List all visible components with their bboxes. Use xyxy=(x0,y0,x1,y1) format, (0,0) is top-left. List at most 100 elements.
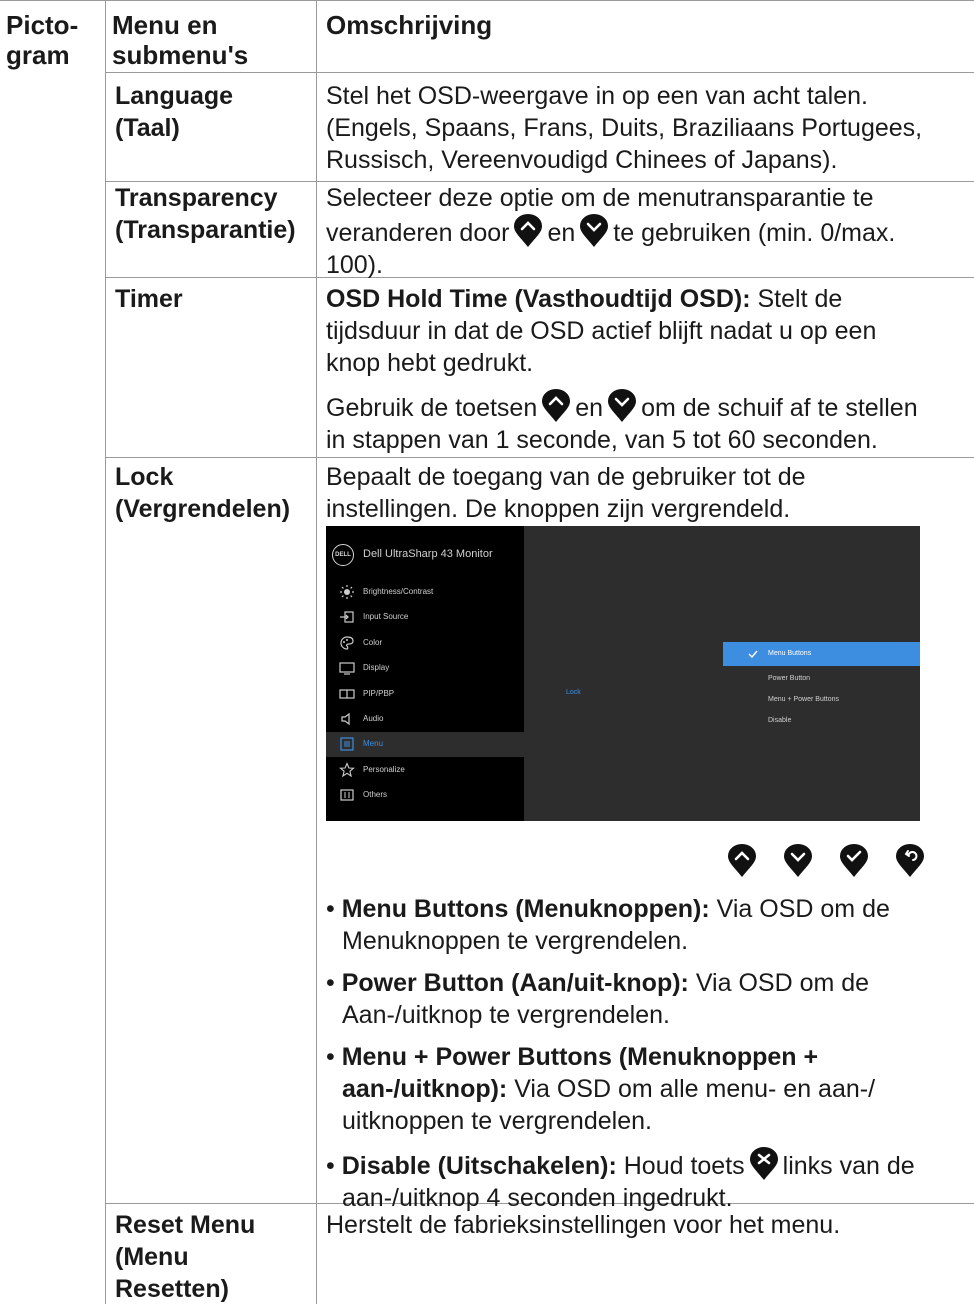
osd-menu-item-personalize[interactable]: Personalize xyxy=(326,758,524,783)
bullet-bold: Menu Buttons (Menuknoppen): xyxy=(341,895,710,923)
language-name-line1: Language xyxy=(115,82,234,110)
row-language-desc: Stel het OSD-weergave in op een van acht… xyxy=(326,80,922,176)
timer-text: en xyxy=(575,394,604,422)
lock-desc-line2: instellingen. De knoppen zijn vergrendel… xyxy=(326,495,791,523)
bullet-bold: Menu + Power Buttons (Menuknoppen + xyxy=(341,1043,819,1071)
osd-menu-item-brightness[interactable]: Brightness/Contrast xyxy=(326,580,524,605)
osd-submenu-lock[interactable]: Lock xyxy=(566,689,581,696)
menu-icon xyxy=(340,737,354,751)
row-language-name: Language (Taal) xyxy=(115,80,233,144)
personalize-icon xyxy=(339,762,355,778)
osd-menu-label: Others xyxy=(363,790,388,799)
up-button-icon xyxy=(513,214,543,248)
timer-text: Gebruik de toetsen xyxy=(326,394,538,422)
transparency-name-line2: (Transparantie) xyxy=(115,216,296,244)
osd-menu-label: PIP/PBP xyxy=(363,689,395,698)
bullet-text: Via OSD om de xyxy=(688,969,870,997)
color-icon xyxy=(340,636,354,650)
row-reset-desc: Herstelt de fabrieksinstellingen voor he… xyxy=(326,1211,841,1239)
row-transparency-desc: Selecteer deze optie om de menutranspara… xyxy=(326,182,895,281)
close-button-icon xyxy=(749,1147,779,1181)
timer-desc-line5: in stappen van 1 seconde, van 5 tot 60 s… xyxy=(326,426,878,454)
display-icon xyxy=(339,662,355,675)
osd-option-menu-buttons[interactable]: Menu Buttons xyxy=(723,642,920,666)
lock-name-line1: Lock xyxy=(115,463,174,491)
reset-name-line1: Reset Menu xyxy=(115,1211,256,1239)
header-pictogram: Picto- gram xyxy=(6,10,78,70)
osd-option-label: Menu + Power Buttons xyxy=(768,696,840,703)
column-divider xyxy=(316,0,317,1304)
timer-desc-line4: Gebruik de toetsen en om de schuif af te s… xyxy=(326,389,918,424)
osd-menu-label: Color xyxy=(363,638,383,647)
osd-menu-item-display[interactable]: Display xyxy=(326,656,524,681)
reset-name-line2: (Menu xyxy=(115,1243,189,1271)
audio-icon xyxy=(341,712,350,726)
bullet-text: links van de xyxy=(782,1152,915,1180)
bullet-bold: Disable (Uitschakelen): xyxy=(341,1152,617,1180)
transparency-text: te gebruiken (min. 0/max. xyxy=(613,219,896,247)
lock-desc-line1: Bepaalt de toegang van de gebruiker tot … xyxy=(326,463,806,491)
language-name-line2: (Taal) xyxy=(115,114,180,142)
osd-menu-panel: DELL Dell UltraSharp 43 Monitor Brightne… xyxy=(326,526,524,821)
up-button-icon xyxy=(728,844,756,877)
transparency-desc-line2: veranderen door en te gebruiken (min. 0/ma… xyxy=(326,214,895,249)
list-item: • Power Button (Aan/uit-knop): Via OSD o… xyxy=(326,967,966,1031)
transparency-name-line1: Transparency xyxy=(115,184,278,212)
row-divider xyxy=(105,457,974,458)
list-item: • Menu Buttons (Menuknoppen): Via OSD om… xyxy=(326,893,966,957)
input-source-icon xyxy=(340,611,354,623)
bullet-text: Menuknoppen te vergrendelen. xyxy=(342,927,689,955)
transparency-text: en xyxy=(547,219,576,247)
checkmark-icon xyxy=(748,650,758,659)
timer-bold-label: OSD Hold Time (Vasthoudtijd OSD): xyxy=(326,285,751,313)
down-button-icon xyxy=(607,389,637,423)
header-menu-line2: submenu's xyxy=(112,40,249,70)
bullet-bold: Power Button (Aan/uit-knop): xyxy=(341,969,689,997)
osd-menu-label: Input Source xyxy=(363,612,409,621)
lock-name-line2: (Vergrendelen) xyxy=(115,495,291,523)
button-row xyxy=(727,844,927,878)
reset-name-line3: Resetten) xyxy=(115,1275,229,1303)
bullet-text: Via OSD om de xyxy=(709,895,890,923)
bullet-text: Aan-/uitknop te vergrendelen. xyxy=(342,1001,670,1029)
transparency-text: veranderen door xyxy=(326,219,510,247)
list-item: • Menu + Power Buttons (Menuknoppen + aa… xyxy=(326,1041,966,1137)
header-pictogram-line1: Picto- xyxy=(6,10,79,40)
osd-menu-label: Menu xyxy=(363,739,384,748)
bullet-text: Via OSD om alle menu- en aan-/ xyxy=(507,1075,876,1103)
brightness-icon xyxy=(340,585,354,599)
row-timer-name: Timer xyxy=(115,285,183,313)
dell-logo: DELL xyxy=(332,544,354,566)
header-pictogram-line2: gram xyxy=(6,40,70,70)
timer-desc-line3: knop hebt gedrukt. xyxy=(326,349,534,377)
osd-menu-item-input-source[interactable]: Input Source xyxy=(326,605,524,630)
down-button-icon xyxy=(784,844,812,877)
osd-option-disable[interactable]: Disable xyxy=(723,709,920,733)
osd-screenshot: DELL Dell UltraSharp 43 Monitor Brightne… xyxy=(326,526,920,821)
bullet-bold: aan-/uitknop): xyxy=(342,1075,508,1103)
header-description: Omschrijving xyxy=(326,10,493,40)
osd-option-label: Power Button xyxy=(768,675,811,682)
header-menu: Menu en submenu's xyxy=(112,10,248,70)
osd-menu-item-menu[interactable]: Menu xyxy=(326,732,524,757)
pip-pbp-icon xyxy=(339,689,355,699)
language-desc-line2: (Engels, Spaans, Frans, Duits, Braziliaa… xyxy=(326,114,923,142)
language-desc-line3: Russisch, Vereenvoudigd Chinees of Japan… xyxy=(326,146,838,174)
osd-menu-label: Brightness/Contrast xyxy=(363,587,434,596)
transparency-desc-line1: Selecteer deze optie om de menutranspara… xyxy=(326,184,874,212)
osd-menu-item-pip-pbp[interactable]: PIP/PBP xyxy=(326,682,524,707)
bullet-text: Houd toets xyxy=(616,1152,745,1180)
up-button-icon xyxy=(541,389,571,423)
osd-menu-item-others[interactable]: Others xyxy=(326,783,524,808)
row-lock-desc: Bepaalt de toegang van de gebruiker tot … xyxy=(326,461,806,525)
lock-options-list: • Menu Buttons (Menuknoppen): Via OSD om… xyxy=(326,893,966,1214)
column-divider xyxy=(105,0,106,1304)
osd-menu-label: Audio xyxy=(363,714,384,723)
osd-menu-item-color[interactable]: Color xyxy=(326,631,524,656)
others-icon xyxy=(340,789,354,801)
list-item: • Disable (Uitschakelen): Houd toets link… xyxy=(326,1147,966,1214)
timer-text: Stelt de xyxy=(750,285,843,313)
osd-menu-item-audio[interactable]: Audio xyxy=(326,707,524,732)
down-button-icon xyxy=(579,214,609,248)
header-menu-line1: Menu en xyxy=(112,10,218,40)
